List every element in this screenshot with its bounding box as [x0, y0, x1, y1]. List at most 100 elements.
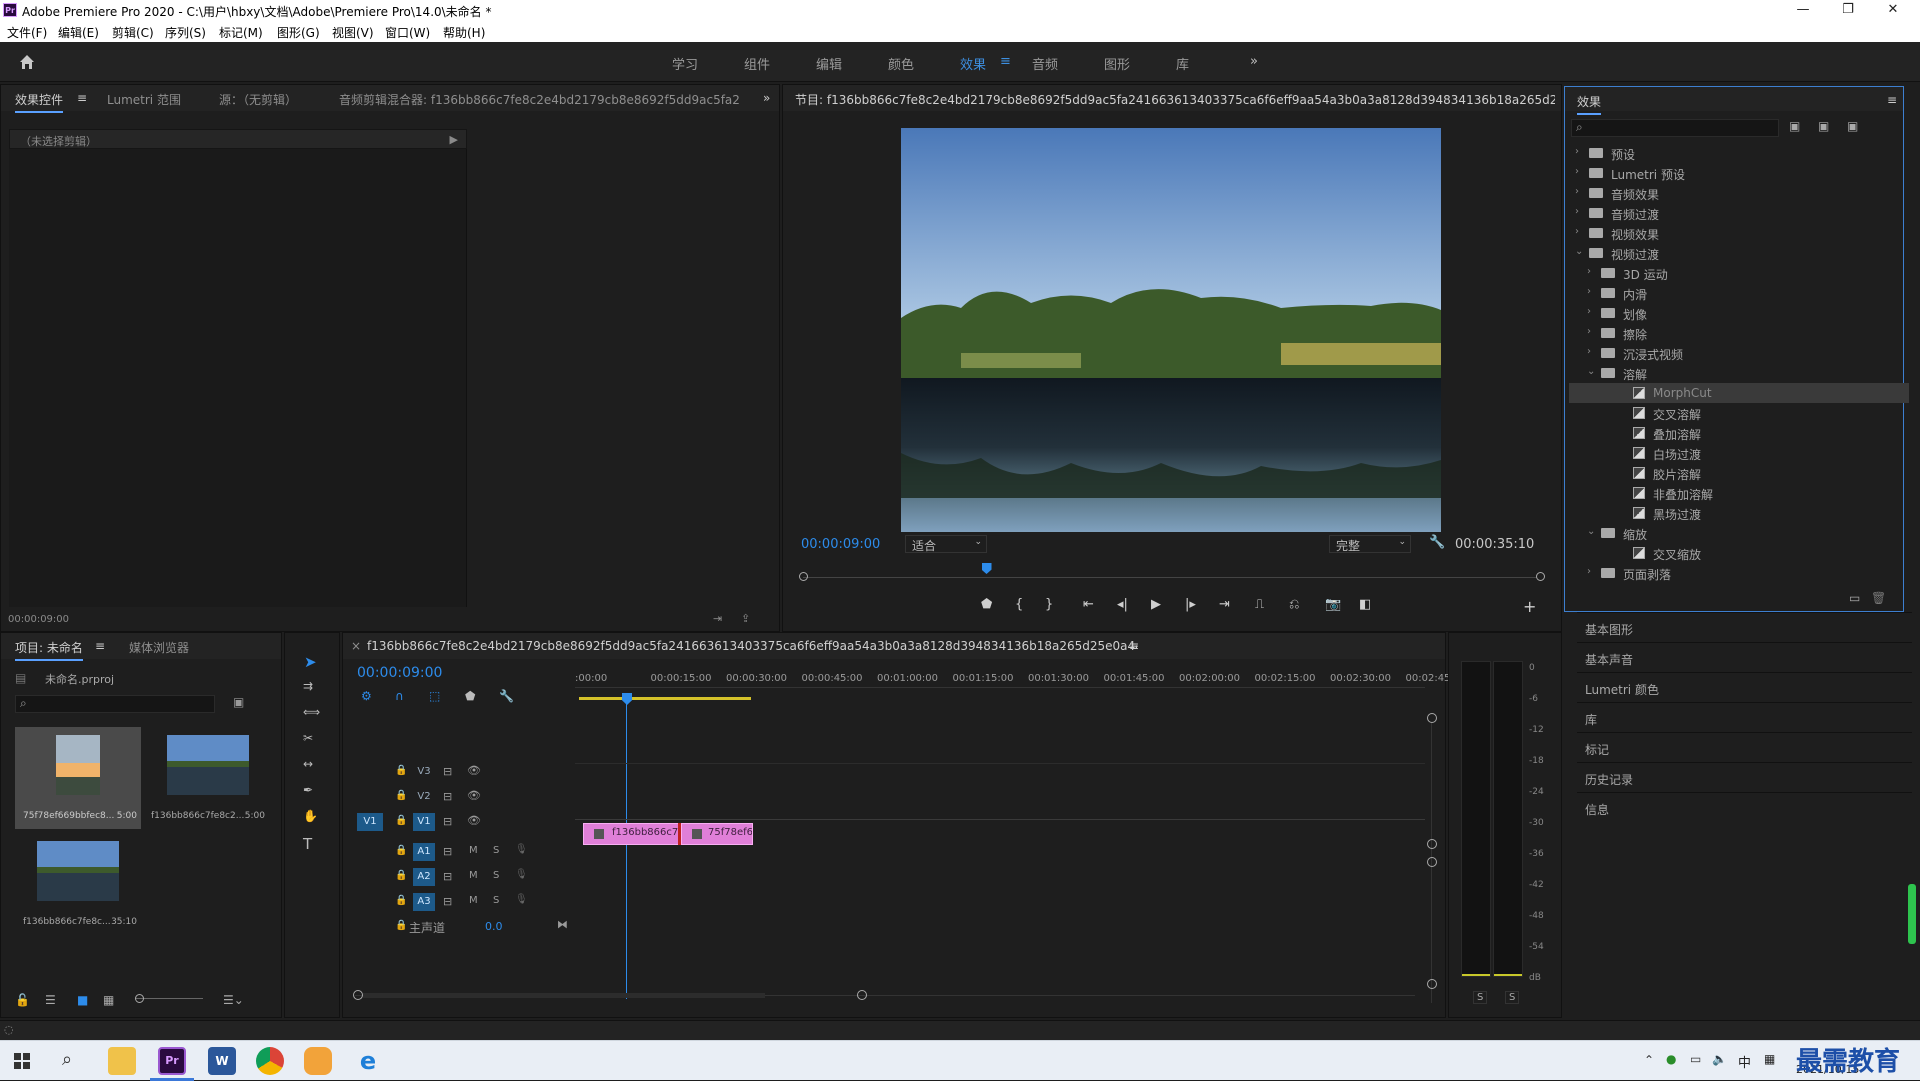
timeline-settings-icon[interactable]: 🔧: [499, 689, 514, 703]
solo-left-button[interactable]: S: [1473, 991, 1488, 1004]
effects-folder[interactable]: ⌄ 视频过渡: [1569, 243, 1909, 263]
workspace-learn[interactable]: 学习: [672, 54, 698, 73]
track-label[interactable]: A3: [413, 893, 435, 911]
minimize-icon[interactable]: —: [1783, 2, 1823, 17]
vscroll-mid-handle[interactable]: [1427, 839, 1437, 849]
tab-audio-clip-mixer[interactable]: 音频剪辑混合器: f136bb866c7fe8c2e4bd2179cb8e869…: [339, 91, 739, 108]
panel-overflow-icon[interactable]: »: [763, 91, 770, 105]
add-button-icon[interactable]: +: [1523, 597, 1536, 616]
hand-tool-icon[interactable]: ✋: [303, 809, 318, 823]
sequence-title[interactable]: f136bb866c7fe8c2e4bd2179cb8e8692f5dd9ac5…: [367, 639, 1137, 653]
effects-folder[interactable]: › 沉浸式视频: [1569, 343, 1909, 363]
premiere-taskbar-icon[interactable]: Pr: [158, 1047, 186, 1075]
keyboard-icon[interactable]: ▦: [1764, 1052, 1775, 1066]
hscroll-right-handle[interactable]: [857, 990, 867, 1000]
effects-folder[interactable]: › Lumetri 预设: [1569, 163, 1909, 183]
effects-search-input[interactable]: ⌕: [1571, 119, 1779, 137]
chevron-right-icon[interactable]: ›: [1587, 266, 1597, 277]
vscroll-bottom-handle[interactable]: [1427, 979, 1437, 989]
network-icon[interactable]: ▭: [1690, 1052, 1701, 1066]
track-lock-icon[interactable]: 🔒: [395, 765, 407, 776]
go-to-out-icon[interactable]: ⇥: [1219, 597, 1230, 612]
effects-folder[interactable]: › 划像: [1569, 303, 1909, 323]
sort-icon[interactable]: ☰⌄: [223, 993, 244, 1007]
effect-item[interactable]: 黑场过渡: [1569, 503, 1909, 523]
track-label[interactable]: V2: [413, 788, 435, 806]
track-label[interactable]: V1: [413, 813, 435, 831]
menu-marker[interactable]: 标记(M): [219, 24, 263, 41]
workspace-assembly[interactable]: 组件: [744, 54, 770, 73]
tab-lumetri-scopes[interactable]: Lumetri 范围: [107, 91, 181, 108]
ime-indicator[interactable]: 中: [1738, 1052, 1751, 1071]
effects-folder[interactable]: ⌄ 缩放: [1569, 523, 1909, 543]
timeline-clip[interactable]: 75f78ef66: [681, 823, 753, 845]
tab-project[interactable]: 项目: 未命名: [15, 639, 83, 661]
play-icon[interactable]: ▶: [1151, 597, 1161, 612]
nest-icon[interactable]: ⚙: [361, 689, 372, 703]
home-icon[interactable]: [18, 53, 36, 71]
snap-icon[interactable]: ∩: [395, 689, 404, 703]
file-explorer-icon[interactable]: [108, 1047, 136, 1075]
chevron-right-icon[interactable]: ›: [1575, 226, 1585, 237]
side-libraries[interactable]: 库: [1577, 702, 1912, 732]
tray-app-icon[interactable]: ●: [1666, 1052, 1676, 1066]
sync-lock-icon[interactable]: ⊟: [443, 895, 452, 908]
chevron-up-icon[interactable]: ⌃: [1644, 1053, 1654, 1067]
list-view-icon[interactable]: ☰: [45, 993, 56, 1007]
yuv-effects-icon[interactable]: ▣: [1847, 119, 1858, 133]
step-back-icon[interactable]: ◂|: [1117, 597, 1128, 612]
track-lock-icon[interactable]: 🔒: [395, 870, 407, 881]
close-sequence-icon[interactable]: ×: [351, 639, 361, 653]
linked-selection-icon[interactable]: ⬚: [429, 689, 440, 703]
add-marker-icon[interactable]: ⬟: [465, 689, 475, 703]
workspace-graphics[interactable]: 图形: [1104, 54, 1130, 73]
track-select-icon[interactable]: ⇉: [303, 679, 313, 693]
track-lock-icon[interactable]: 🔒: [395, 845, 407, 856]
project-item[interactable]: f136bb866c7fe8c... 35:10: [15, 833, 141, 935]
chevron-right-icon[interactable]: ›: [1575, 186, 1585, 197]
side-essential-sound[interactable]: 基本声音: [1577, 642, 1912, 672]
lift-icon[interactable]: ⎍: [1255, 597, 1264, 612]
razor-tool-icon[interactable]: ✂: [303, 731, 313, 745]
effects-folder[interactable]: › 预设: [1569, 143, 1909, 163]
sync-lock-icon[interactable]: ⊟: [443, 815, 452, 828]
go-to-in-icon[interactable]: ⇤: [1083, 597, 1094, 612]
tab-effect-controls[interactable]: 效果控件: [15, 91, 64, 113]
menu-clip[interactable]: 剪辑(C): [112, 24, 154, 41]
sync-lock-icon[interactable]: ⊟: [443, 870, 452, 883]
workspace-color[interactable]: 颜色: [888, 54, 914, 73]
side-markers[interactable]: 标记: [1577, 732, 1912, 762]
menu-edit[interactable]: 编辑(E): [58, 24, 99, 41]
windows-start-icon[interactable]: [14, 1053, 30, 1069]
voice-over-mic-icon[interactable]: 🎙: [515, 869, 528, 880]
word-icon[interactable]: W: [208, 1047, 236, 1075]
workspace-effects[interactable]: 效果: [960, 54, 986, 73]
tab-source[interactable]: 源：（无剪辑）: [219, 91, 297, 108]
effect-item[interactable]: 非叠加溶解: [1569, 483, 1909, 503]
chevron-right-icon[interactable]: ›: [1575, 206, 1585, 217]
chevron-right-icon[interactable]: ›: [1587, 346, 1597, 357]
effects-folder[interactable]: › 视频效果: [1569, 223, 1909, 243]
export-icon[interactable]: ⇪: [741, 612, 750, 625]
zoom-slider-handle[interactable]: [135, 994, 144, 1003]
close-icon[interactable]: ✕: [1873, 2, 1913, 17]
chevron-right-icon[interactable]: ›: [1587, 286, 1597, 297]
search-icon[interactable]: ⌕: [62, 1049, 72, 1070]
project-item[interactable]: 75f78ef669bbfec8... 5:00: [15, 727, 141, 829]
workspace-libraries[interactable]: 库: [1176, 54, 1189, 73]
source-patch-v1[interactable]: V1: [357, 813, 383, 831]
hscroll-left-handle[interactable]: [353, 990, 363, 1000]
comparison-view-icon[interactable]: ◧: [1359, 597, 1371, 612]
menu-view[interactable]: 视图(V): [332, 24, 374, 41]
menu-file[interactable]: 文件(F): [7, 24, 47, 41]
restore-icon[interactable]: ❐: [1828, 2, 1868, 17]
solo-button[interactable]: S: [493, 870, 499, 881]
icon-view-icon[interactable]: ■: [77, 993, 88, 1007]
filter-icon[interactable]: ⇥: [713, 612, 722, 625]
type-tool-icon[interactable]: T: [303, 835, 312, 853]
effect-item[interactable]: MorphCut: [1569, 383, 1909, 403]
ripple-edit-icon[interactable]: ⟺: [303, 705, 320, 719]
new-bin-icon[interactable]: ▭: [1849, 591, 1860, 605]
edge-icon[interactable]: e: [354, 1047, 382, 1075]
menu-help[interactable]: 帮助(H): [443, 24, 485, 41]
